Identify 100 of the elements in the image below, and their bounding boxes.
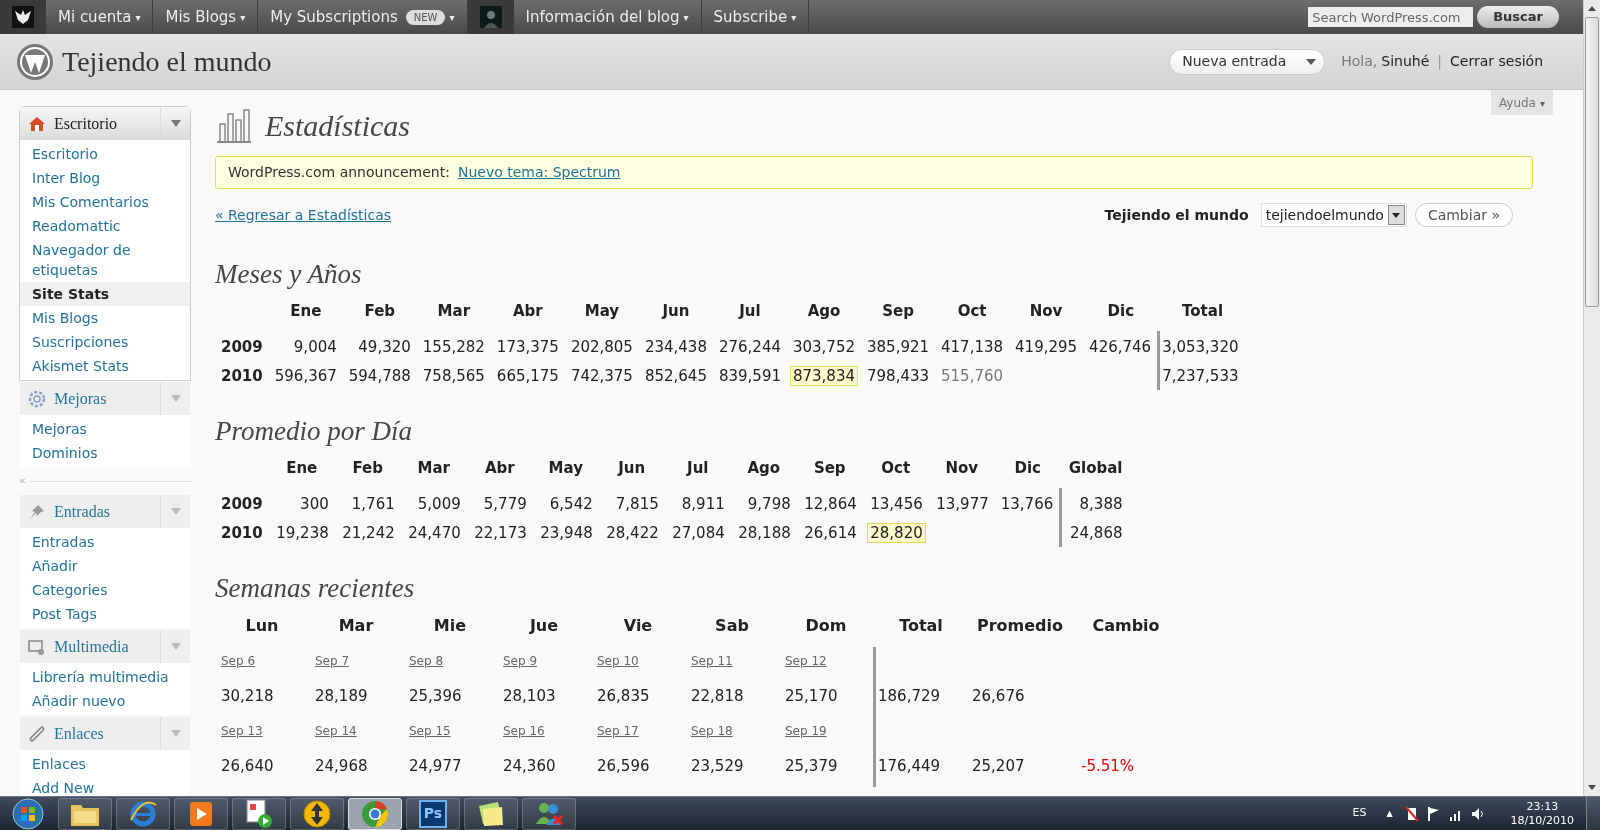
sidebar-item[interactable]: Inter Blog	[20, 166, 190, 190]
sidebar-item[interactable]: Add New	[20, 776, 190, 796]
menu-group-title[interactable]: Enlaces	[54, 721, 160, 746]
date-link[interactable]: Sep 11	[691, 652, 733, 670]
date-link[interactable]: Sep 17	[597, 722, 639, 740]
new-post-button[interactable]: Nueva entrada	[1169, 48, 1326, 75]
table-cell-text: 19,238	[275, 523, 330, 544]
back-link[interactable]: « Regresar a Estadísticas	[215, 204, 391, 226]
sidebar-item[interactable]: Añadir	[20, 554, 190, 578]
column-header: Mar	[417, 458, 450, 477]
logo-icon[interactable]	[12, 6, 34, 28]
date-link[interactable]: Sep 19	[785, 722, 827, 740]
table-cell: 7,237,533	[1162, 367, 1239, 386]
flag-icon[interactable]	[1426, 805, 1441, 822]
clock-date[interactable]: 18/10/2010	[1510, 813, 1574, 828]
new-post-label[interactable]: Nueva entrada	[1170, 51, 1299, 72]
media-player-icon[interactable]	[188, 799, 214, 828]
taskbar-button[interactable]: Ps	[406, 797, 460, 830]
start-button-icon[interactable]	[11, 796, 45, 830]
date-link[interactable]: Sep 16	[503, 722, 545, 740]
tray-expand-icon[interactable]: ▲	[1386, 807, 1393, 820]
power-icon[interactable]	[1404, 805, 1419, 822]
table-cell-text: 13,977	[935, 493, 990, 514]
browser-icon[interactable]	[128, 799, 158, 828]
sidebar-item[interactable]: Akismet Stats	[20, 354, 190, 378]
sidebar-item[interactable]: Readomattic	[20, 214, 190, 238]
table-cell-text: 798,433	[866, 366, 931, 387]
table-cell-text: 22,818	[691, 685, 744, 707]
sidebar-item[interactable]: Categories	[20, 578, 190, 602]
menu-group-header[interactable]: Mejoras	[20, 382, 190, 415]
sync-icon[interactable]	[302, 798, 332, 829]
menu-group-header[interactable]: Enlaces	[20, 717, 190, 750]
menu-group-header[interactable]: Multimedia	[20, 630, 190, 663]
clock[interactable]: 23:13 18/10/2010	[1510, 799, 1574, 828]
menu-group-title[interactable]: Multimedia	[54, 634, 160, 659]
blog-select[interactable]: tejiendoelmundo	[1260, 203, 1407, 227]
show-desktop-button[interactable]	[1586, 797, 1600, 830]
menu-group-header[interactable]: Escritorio	[20, 107, 190, 140]
announcement-link[interactable]: Nuevo tema: Spectrum	[457, 162, 621, 183]
table-cell-text: 6,542	[548, 493, 594, 514]
sidebar-item[interactable]: Suscripciones	[20, 330, 190, 354]
scrollbar-thumb[interactable]	[1585, 17, 1599, 307]
date-link[interactable]: Sep 9	[503, 652, 538, 670]
scroll-down-icon[interactable]	[1588, 785, 1596, 790]
photoshop-icon[interactable]: Ps	[419, 799, 447, 828]
date-link[interactable]: Sep 8	[409, 652, 444, 670]
scrollbar[interactable]	[1583, 0, 1600, 796]
blog-label: Tejiendo el mundo	[1104, 205, 1249, 225]
table-cell-text: 24,360	[503, 755, 556, 777]
sidebar-item[interactable]: Escritorio	[20, 142, 190, 166]
date-link[interactable]: Sep 12	[785, 652, 827, 670]
caret-icon[interactable]	[1392, 212, 1401, 218]
menu-group-title[interactable]: Entradas	[54, 499, 160, 524]
sticky-notes-icon[interactable]	[476, 799, 506, 828]
sidebar-item[interactable]: Enlaces	[20, 752, 190, 776]
menu-group-title[interactable]: Mejoras	[54, 386, 160, 411]
table-cell-text: 303,752	[791, 336, 856, 357]
table-cell-text: 173,375	[495, 336, 560, 357]
column-header: Mar	[337, 615, 375, 637]
caret-icon: ▾	[240, 9, 246, 25]
date-link[interactable]: Sep 7	[315, 652, 350, 670]
date-link[interactable]: Sep 13	[221, 722, 263, 740]
sidebar-item[interactable]: Post Tags	[20, 602, 190, 626]
sidebar-item[interactable]: Entradas	[20, 530, 190, 554]
sidebar-item[interactable]: Dominios	[20, 441, 190, 465]
sidebar-item[interactable]: Mejoras	[20, 417, 190, 441]
table-cell-text: 24,470	[407, 523, 462, 544]
search-field[interactable]: Search WordPress.com	[1308, 7, 1474, 27]
menu-group-header[interactable]: Entradas	[20, 495, 190, 528]
sidebar-item[interactable]: Mis Comentarios	[20, 190, 190, 214]
avatar-icon[interactable]	[479, 6, 502, 28]
date-link[interactable]: Sep 14	[315, 722, 357, 740]
caret-icon[interactable]	[1306, 58, 1317, 65]
search-button[interactable]: Buscar	[1477, 6, 1559, 28]
greeting-text: Hola,	[1341, 52, 1378, 71]
sidebar-item[interactable]: Site Stats	[20, 282, 190, 306]
date-link[interactable]: Sep 6	[221, 652, 256, 670]
sidebar-item[interactable]: Mis Blogs	[20, 306, 190, 330]
table-cell-text: 176,449	[878, 755, 941, 777]
taskbar-button[interactable]	[348, 797, 402, 830]
date-link[interactable]: Sep 18	[691, 722, 733, 740]
logout-link[interactable]: Cerrar sesión	[1450, 51, 1543, 72]
language-indicator[interactable]: ES	[1352, 805, 1367, 822]
pin-icon	[28, 502, 46, 521]
sidebar-item[interactable]: Librería multimedia	[20, 665, 190, 689]
column-header: Promedio	[975, 615, 1065, 637]
change-button[interactable]: Cambiar »	[1414, 203, 1513, 227]
sidebar-item[interactable]: Navegador de etiquetas	[20, 238, 190, 282]
chrome-icon[interactable]	[360, 798, 390, 829]
user-link[interactable]: Sinuhé	[1381, 51, 1430, 72]
table-cell-text: 25,207	[972, 755, 1025, 777]
scroll-up-icon[interactable]	[1588, 6, 1596, 11]
menu-group-title[interactable]: Escritorio	[54, 111, 160, 136]
sidebar-item[interactable]: Añadir nuevo	[20, 689, 190, 713]
table-cell-text: 25,170	[785, 685, 838, 707]
date-link[interactable]: Sep 15	[409, 722, 451, 740]
document-icon[interactable]	[245, 798, 273, 829]
date-link[interactable]: Sep 10	[597, 652, 639, 670]
help-tab[interactable]: Ayuda ▾	[1490, 90, 1553, 115]
clock-time[interactable]: 23:13	[1526, 799, 1559, 814]
